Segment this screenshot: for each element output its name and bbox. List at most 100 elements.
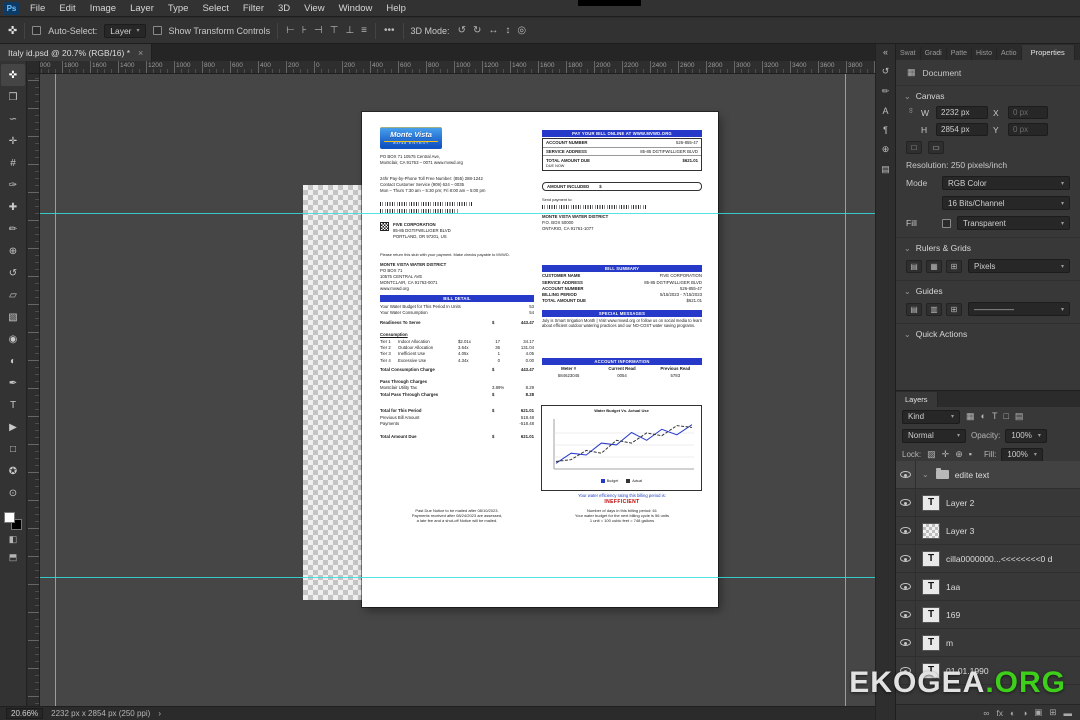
horizontal-guide[interactable]	[40, 577, 875, 578]
layer-row[interactable]: T 169	[896, 601, 1080, 629]
layers-fill-dropdown[interactable]: 100% ▾	[1001, 447, 1043, 462]
brush-tool[interactable]: ✏	[1, 218, 25, 240]
paragraph-panel-icon[interactable]: ¶	[883, 125, 888, 135]
pen-tool[interactable]: ✒	[1, 372, 25, 394]
brush-settings-panel-icon[interactable]: ✏	[882, 86, 890, 97]
new-group-icon[interactable]: ▣	[1034, 707, 1042, 718]
align-center-h-icon[interactable]: ⊦	[301, 25, 308, 36]
new-guide-icon-icon[interactable]: ▤	[906, 302, 922, 316]
visibility-cell[interactable]	[896, 489, 916, 516]
visibility-cell[interactable]	[896, 545, 916, 572]
quick-actions-section-header[interactable]: ⌄ Quick Actions	[896, 323, 1080, 342]
clone-source-panel-icon[interactable]: ⊕	[882, 144, 890, 155]
3d-pan-icon[interactable]: ↔	[487, 25, 499, 36]
tab-properties[interactable]: Properties	[1021, 45, 1075, 60]
tab-patte[interactable]: Patte	[947, 47, 973, 60]
visibility-cell[interactable]	[896, 573, 916, 600]
show-transform-checkbox[interactable]	[152, 26, 162, 35]
canvas-section-header[interactable]: ⌄ Canvas	[896, 85, 1080, 104]
y-field[interactable]: 0 px	[1008, 123, 1048, 136]
canvas-area[interactable]: 2000 1800 1600 1400 1200 1000 800 600 400 200 0 200…	[28, 61, 875, 706]
align-bottom-icon[interactable]: ≡	[360, 25, 368, 36]
history-brush-tool[interactable]: ↺	[1, 262, 25, 284]
grid-icon-icon[interactable]: ▦	[926, 259, 942, 273]
menu-help[interactable]: Help	[379, 0, 413, 16]
foreground-color-swatch[interactable]	[4, 512, 15, 523]
menu-layer[interactable]: Layer	[123, 0, 161, 16]
gradient-tool[interactable]: ▧	[1, 306, 25, 328]
menu-view[interactable]: View	[297, 0, 331, 16]
more-options-icon[interactable]: •••	[383, 25, 396, 36]
menu-filter[interactable]: Filter	[236, 0, 271, 16]
dodge-tool[interactable]: ◐	[1, 350, 25, 372]
lock-position-icon[interactable]: ⊕	[954, 449, 964, 460]
marquee-tool[interactable]: ❒	[1, 86, 25, 108]
menu-select[interactable]: Select	[195, 0, 235, 16]
chevron-down-icon[interactable]: ⌄	[922, 470, 929, 479]
fill-dropdown[interactable]: Transparent ▾	[957, 216, 1070, 230]
screen-mode-icon[interactable]: ⬒	[1, 548, 25, 566]
new-adjustment-icon[interactable]: ◑	[1022, 708, 1027, 718]
filter-pixel-icon[interactable]: ▦	[965, 411, 976, 422]
ruler-icon-icon[interactable]: ▤	[906, 259, 922, 273]
color-mode-dropdown[interactable]: RGB Color ▾	[942, 176, 1070, 190]
3d-rotate-icon[interactable]: ↺	[457, 25, 467, 36]
align-top-icon[interactable]: ⊤	[329, 25, 340, 36]
fill-checkbox[interactable]	[942, 218, 951, 228]
guides-section-header[interactable]: ⌄ Guides	[896, 280, 1080, 299]
visibility-cell[interactable]	[896, 461, 916, 488]
filter-shape-icon[interactable]: □	[1002, 411, 1009, 422]
blur-tool[interactable]: ◉	[1, 328, 25, 350]
character-panel-icon[interactable]: A	[882, 106, 888, 116]
bit-depth-dropdown[interactable]: 16 Bits/Channel ▾	[942, 196, 1070, 210]
filter-smart-icon[interactable]: ▤	[1014, 411, 1025, 422]
document-tab[interactable]: Italy id.psd @ 20.7% (RGB/16) * ×	[0, 44, 153, 61]
eye-icon[interactable]	[900, 611, 911, 618]
layer-filter-dropdown[interactable]: Kind ▾	[902, 409, 960, 424]
hand-tool[interactable]: ✪	[1, 460, 25, 482]
units-dropdown[interactable]: Pixels ▾	[968, 259, 1070, 273]
layer-row[interactable]: T 1aa	[896, 573, 1080, 601]
height-field[interactable]: 2854 px	[936, 123, 988, 136]
delete-layer-icon[interactable]: ▬	[1064, 708, 1073, 718]
tab-layers[interactable]: Layers	[896, 392, 938, 407]
blend-mode-dropdown[interactable]: Normal ▾	[902, 428, 966, 443]
eye-icon[interactable]	[900, 527, 911, 534]
layer-row[interactable]: Tm	[896, 629, 1080, 657]
menu-edit[interactable]: Edit	[52, 0, 82, 16]
orient-portrait-icon[interactable]: □	[906, 141, 922, 154]
close-icon[interactable]: ×	[138, 48, 143, 58]
visibility-cell[interactable]	[896, 517, 916, 544]
clear-guides-icon-icon[interactable]: ⊞	[946, 302, 962, 316]
lock-all-icon[interactable]: ▪	[968, 449, 973, 460]
guide-style-dropdown[interactable]: ————— ▾	[968, 302, 1070, 316]
orient-landscape-icon[interactable]: ▭	[928, 141, 944, 154]
layer-style-icon[interactable]: fx	[996, 708, 1003, 718]
quick-selection-tool[interactable]: ✛	[1, 130, 25, 152]
auto-select-dropdown[interactable]: Layer ▾	[104, 23, 146, 38]
ruler-top[interactable]: 2000 1800 1600 1400 1200 1000 800 600 400 200 0 200…	[28, 61, 875, 74]
align-right-icon[interactable]: ⊣	[313, 25, 324, 36]
path-selection-tool[interactable]: ▶	[1, 416, 25, 438]
guide-layout-icon-icon[interactable]: ▥	[926, 302, 942, 316]
width-field[interactable]: 2232 px	[936, 106, 988, 119]
type-tool[interactable]: T	[1, 394, 25, 416]
crop-tool[interactable]: #	[1, 152, 25, 174]
visibility-cell[interactable]	[896, 629, 916, 656]
move-tool[interactable]: ✜	[1, 64, 25, 86]
link-dimensions-icon[interactable]: ∞	[907, 108, 916, 118]
3d-roll-icon[interactable]: ↻	[472, 25, 482, 36]
layer-row[interactable]: Layer 3	[896, 517, 1080, 545]
vertical-guide[interactable]	[55, 74, 56, 706]
menu-window[interactable]: Window	[332, 0, 380, 16]
layer-row[interactable]: Tcilla0000000...<<<<<<<<0 d	[896, 545, 1080, 573]
shape-tool[interactable]: □	[1, 438, 25, 460]
tab-actio[interactable]: Actio	[997, 47, 1022, 60]
snap-icon-icon[interactable]: ⊞	[946, 259, 962, 273]
auto-select-checkbox[interactable]	[32, 26, 42, 35]
eyedropper-tool[interactable]: ✑	[1, 174, 25, 196]
menu-image[interactable]: Image	[83, 0, 123, 16]
visibility-cell[interactable]	[896, 601, 916, 628]
menu-3d[interactable]: 3D	[271, 0, 297, 16]
ruler-left[interactable]	[28, 74, 40, 706]
